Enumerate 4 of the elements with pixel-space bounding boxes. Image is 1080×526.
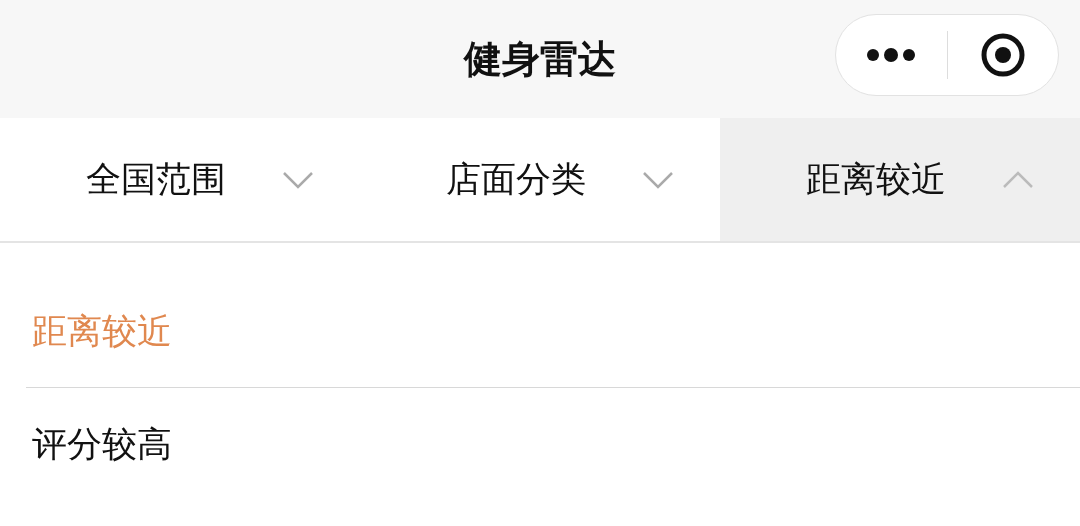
more-icon[interactable] xyxy=(866,48,917,62)
filter-tab[interactable]: 距离较近 xyxy=(720,118,1080,241)
window-title: 健身雷达 xyxy=(464,35,616,83)
sort-option[interactable]: 评分较高 xyxy=(26,388,1080,500)
